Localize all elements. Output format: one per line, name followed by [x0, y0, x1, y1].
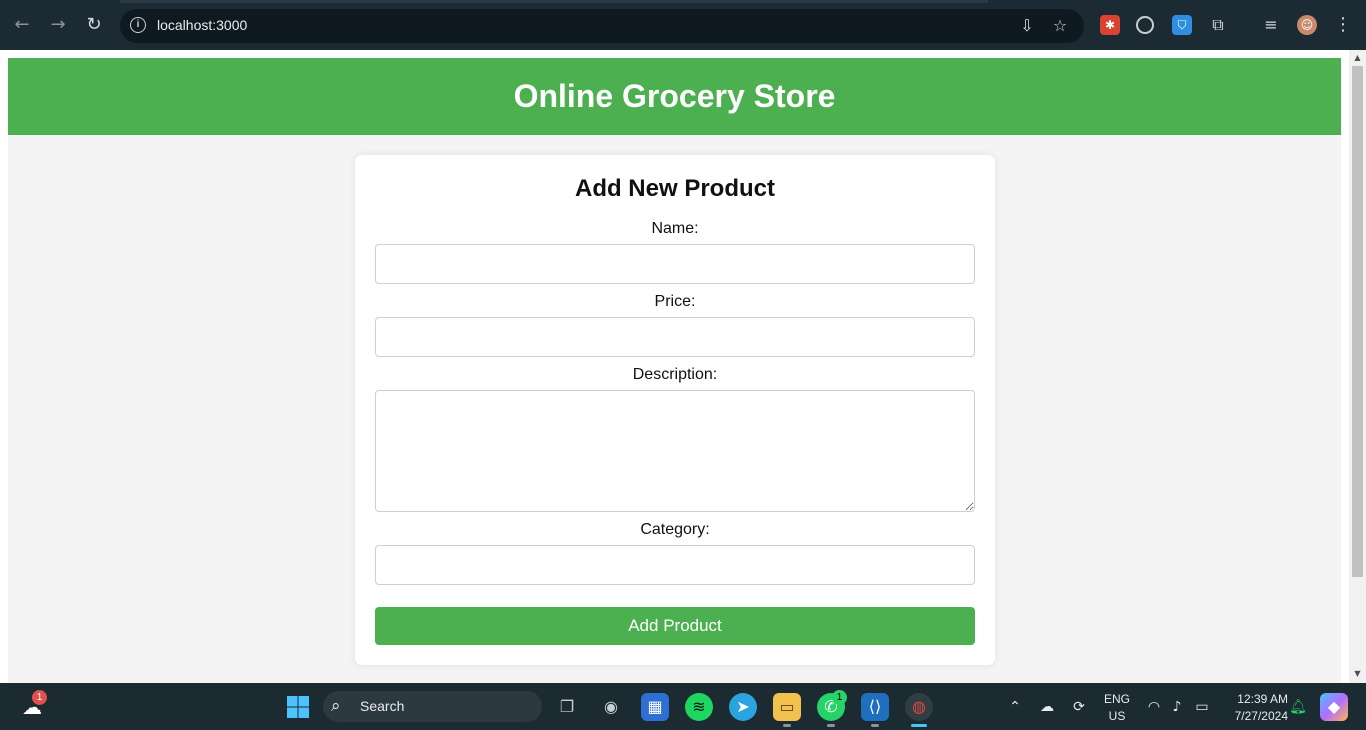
category-label: Category:	[640, 521, 710, 538]
site-info-icon[interactable]: i	[130, 17, 146, 33]
clock-time[interactable]: 12:39 AM	[1224, 692, 1288, 706]
browser-toolbar: ← → ↻ i localhost:3000 ⇩ ☆ ✱ ⛉ ⧉ ≡ ☺ ⋮	[0, 0, 1366, 50]
media-control-icon[interactable]: ≡	[1261, 15, 1281, 35]
store-app-icon[interactable]: ▦	[641, 693, 669, 721]
battery-icon[interactable]: ▭	[1192, 697, 1212, 717]
price-input[interactable]	[375, 317, 975, 357]
notification-bell-icon[interactable]: 🔔︎	[1288, 697, 1308, 717]
address-url[interactable]: localhost:3000	[157, 17, 247, 33]
show-hidden-icons-chevron[interactable]: ⌃	[1005, 697, 1025, 717]
whatsapp-indicator	[827, 724, 835, 727]
region-indicator[interactable]: US	[1100, 709, 1134, 723]
cloud-offline-icon[interactable]: ☁	[1037, 697, 1057, 717]
extensions-puzzle-icon[interactable]: ⧉	[1208, 15, 1228, 35]
chrome-active-indicator	[911, 724, 927, 727]
add-product-button[interactable]: Add Product	[375, 607, 975, 645]
page-viewport: Online Grocery Store Add New Product Nam…	[0, 50, 1366, 683]
search-label: Search	[360, 698, 405, 714]
description-textarea[interactable]	[375, 390, 975, 512]
taskbar-search[interactable]: ⌕ Search	[323, 691, 542, 722]
browser-menu-icon[interactable]: ⋮	[1333, 15, 1353, 35]
file-explorer-indicator	[783, 724, 791, 727]
chrome-icon[interactable]: ◍	[905, 693, 933, 721]
scroll-down-icon[interactable]: ▼	[1349, 666, 1366, 682]
copilot-icon[interactable]: ◆	[1320, 693, 1348, 721]
windows-taskbar: ☁ 1 ⌕ Search ❐ ◉ ▦ ≋ ➤ ▭ ✆ 1 ⟨⟩ ◍ ⌃ ☁ ⟳ …	[0, 683, 1366, 730]
language-indicator[interactable]: ENG	[1100, 692, 1134, 706]
extension-shield-icon[interactable]: ⛉	[1172, 15, 1192, 35]
scroll-up-icon[interactable]: ▲	[1349, 50, 1366, 66]
name-label: Name:	[651, 220, 699, 237]
start-windows-icon[interactable]	[284, 693, 312, 721]
camera-app-icon[interactable]: ◉	[597, 693, 625, 721]
spotify-icon[interactable]: ≋	[685, 693, 713, 721]
form-title: Add New Product	[574, 175, 775, 202]
extension-target-icon[interactable]	[1136, 16, 1154, 34]
address-bar[interactable]: i localhost:3000 ⇩ ☆	[120, 9, 1084, 43]
search-icon: ⌕	[331, 696, 341, 716]
file-explorer-icon[interactable]: ▭	[773, 693, 801, 721]
wifi-icon[interactable]: ◠	[1144, 697, 1164, 717]
description-label: Description:	[632, 366, 718, 383]
add-product-form: Add New Product Name: Price: Description…	[355, 155, 995, 665]
site-header: Online Grocery Store	[8, 58, 1341, 135]
site-title: Online Grocery Store	[513, 78, 836, 114]
profile-avatar[interactable]: ☺	[1297, 15, 1317, 35]
price-label: Price:	[654, 293, 696, 310]
reload-icon[interactable]: ↻	[82, 13, 106, 37]
install-app-icon[interactable]: ⇩	[1016, 15, 1038, 37]
bookmark-star-icon[interactable]: ☆	[1049, 15, 1071, 37]
extension-red-icon[interactable]: ✱	[1100, 15, 1120, 35]
scroll-thumb[interactable]	[1352, 66, 1363, 577]
vscode-icon[interactable]: ⟨⟩	[861, 693, 889, 721]
category-input[interactable]	[375, 545, 975, 585]
page-body: Online Grocery Store Add New Product Nam…	[8, 58, 1341, 683]
volume-icon[interactable]: ♪	[1167, 697, 1187, 717]
tab-strip	[120, 0, 988, 3]
name-input[interactable]	[375, 244, 975, 284]
vscode-indicator	[871, 724, 879, 727]
task-view-icon[interactable]: ❐	[553, 693, 581, 721]
weather-badge: 1	[32, 690, 47, 705]
forward-icon[interactable]: →	[46, 13, 70, 37]
telegram-icon[interactable]: ➤	[729, 693, 757, 721]
clock-date[interactable]: 7/27/2024	[1224, 709, 1288, 723]
back-icon[interactable]: ←	[10, 13, 34, 37]
sync-icon[interactable]: ⟳	[1069, 697, 1089, 717]
whatsapp-badge: 1	[832, 690, 847, 705]
